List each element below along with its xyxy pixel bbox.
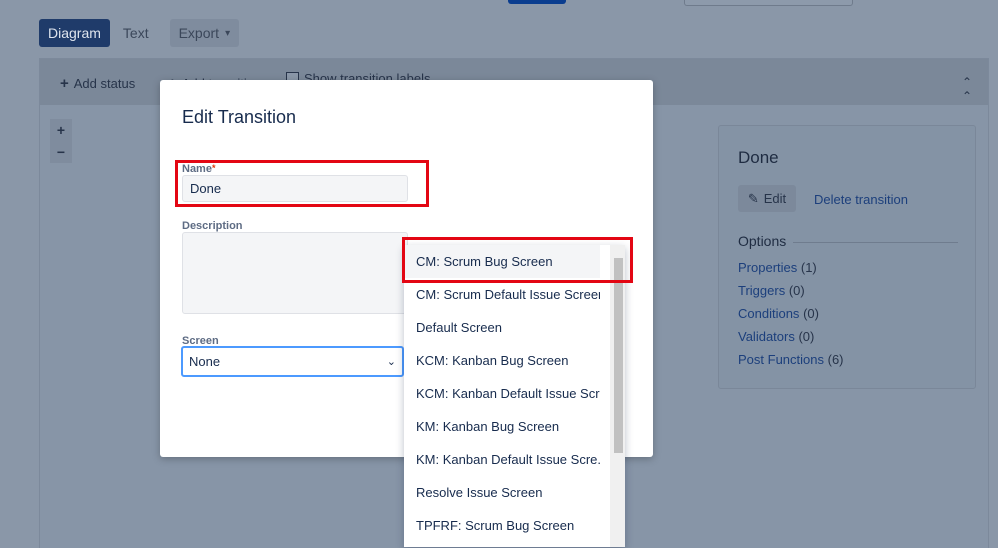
description-textarea[interactable] bbox=[182, 232, 408, 314]
screen-option[interactable]: KM: Kanban Bug Screen bbox=[404, 410, 600, 443]
transition-details-panel: Done ✎ Edit Delete transition Options Pr… bbox=[718, 125, 976, 389]
screen-options-dropdown: CM: Scrum Bug Screen CM: Scrum Default I… bbox=[404, 245, 625, 547]
plus-icon: + bbox=[60, 75, 69, 92]
zoom-out-button[interactable]: − bbox=[50, 141, 72, 163]
option-label: Post Functions bbox=[738, 352, 824, 367]
option-count: (0) bbox=[803, 306, 819, 321]
annotation-highlight-name bbox=[175, 160, 429, 207]
option-count: (0) bbox=[798, 329, 815, 344]
add-status-label: Add status bbox=[73, 76, 136, 91]
delete-transition-link[interactable]: Delete transition bbox=[814, 192, 908, 207]
screen-option[interactable]: KM: Kanban Default Issue Scre... bbox=[404, 443, 600, 476]
options-heading: Options bbox=[738, 233, 787, 249]
screen-option[interactable]: TPFRF: Scrum Bug Screen bbox=[404, 509, 600, 542]
screen-option[interactable]: KCM: Kanban Default Issue Scr... bbox=[404, 377, 600, 410]
option-triggers[interactable]: Triggers (0) bbox=[738, 283, 844, 306]
panel-title: Done bbox=[738, 148, 779, 167]
export-label: Export bbox=[178, 25, 220, 41]
add-status-button[interactable]: + Add status bbox=[60, 75, 135, 92]
top-search-field bbox=[684, 0, 853, 6]
export-button[interactable]: Export ▾ bbox=[169, 19, 240, 47]
screen-selected-value: None bbox=[189, 354, 221, 369]
divider bbox=[793, 242, 958, 243]
screen-option[interactable]: Default Screen bbox=[404, 311, 600, 344]
screen-option[interactable]: Resolve Issue Screen bbox=[404, 476, 600, 509]
description-field-label: Description bbox=[182, 220, 243, 232]
option-properties[interactable]: Properties (1) bbox=[738, 260, 844, 283]
edit-button[interactable]: ✎ Edit bbox=[738, 185, 796, 212]
chevron-down-icon: ⌄ bbox=[386, 356, 396, 368]
options-list: Properties (1) Triggers (0) Conditions (… bbox=[738, 260, 844, 375]
tab-diagram[interactable]: Diagram bbox=[39, 19, 110, 47]
zoom-in-button[interactable]: + bbox=[50, 119, 72, 141]
option-label: Triggers bbox=[738, 283, 786, 298]
scrollbar-thumb[interactable] bbox=[614, 258, 623, 453]
option-count: (1) bbox=[800, 260, 817, 275]
option-label: Properties bbox=[738, 260, 798, 275]
option-label: Conditions bbox=[738, 306, 800, 321]
annotation-highlight-option bbox=[402, 237, 633, 283]
option-post-functions[interactable]: Post Functions (6) bbox=[738, 352, 844, 375]
option-conditions[interactable]: Conditions (0) bbox=[738, 306, 844, 329]
option-validators[interactable]: Validators (0) bbox=[738, 329, 844, 352]
option-count: (6) bbox=[827, 352, 844, 367]
option-count: (0) bbox=[788, 283, 805, 298]
screen-option[interactable]: KCM: Kanban Bug Screen bbox=[404, 344, 600, 377]
view-toolbar: Diagram Text Export ▾ bbox=[39, 19, 240, 47]
pencil-icon: ✎ bbox=[747, 190, 759, 206]
dialog-title: Edit Transition bbox=[182, 107, 297, 127]
zoom-controls: + − bbox=[50, 119, 72, 163]
tab-text[interactable]: Text bbox=[114, 19, 158, 47]
option-label: Validators bbox=[738, 329, 795, 344]
chevron-down-icon: ▾ bbox=[225, 27, 231, 39]
collapse-icon[interactable]: ⌃ ⌃ bbox=[962, 75, 972, 103]
top-primary-button bbox=[508, 0, 566, 4]
edit-label: Edit bbox=[763, 191, 787, 206]
screen-select[interactable]: None ⌄ bbox=[181, 346, 404, 377]
dropdown-scrollbar[interactable] bbox=[610, 245, 625, 547]
